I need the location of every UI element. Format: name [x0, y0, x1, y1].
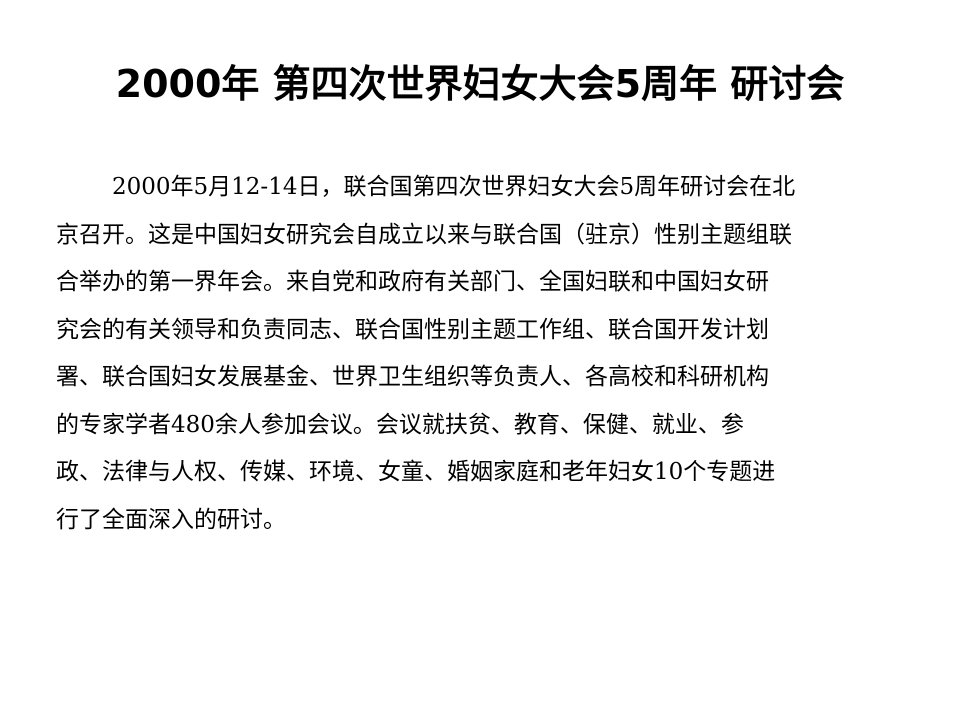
paragraph-line: 京召开。这是中国妇女研究会自成立以来与联合国（驻京）性别主题组联 — [56, 221, 792, 248]
paragraph-line: 究会的有关领导和负责同志、联合国性别主题工作组、联合国开发计划 — [56, 316, 769, 343]
body-paragraph: 2000年5月12-14日，联合国第四次世界妇女大会5周年研讨会在北 京召开。这… — [56, 164, 892, 544]
paragraph-line: 署、联合国妇女发展基金、世界卫生组织等负责人、各高校和科研机构 — [56, 364, 769, 390]
slide: 2000年 第四次世界妇女大会5周年 研讨会 2000年5月12-14日，联合国… — [0, 0, 960, 720]
slide-title: 2000年 第四次世界妇女大会5周年 研讨会 — [115, 62, 845, 106]
paragraph-line: 行了全面深入的研讨。 — [56, 506, 286, 533]
paragraph-line: 政、法律与人权、传媒、环境、女童、婚姻家庭和老年妇女10个专题进 — [56, 459, 776, 485]
paragraph-line: 合举办的第一界年会。来自党和政府有关部门、全国妇联和中国妇女研 — [56, 269, 769, 295]
paragraph-line: 2000年5月12-14日，联合国第四次世界妇女大会5周年研讨会在北 — [112, 174, 796, 200]
paragraph-line: 的专家学者480余人参加会议。会议就扶贫、教育、保健、就业、参 — [56, 411, 744, 438]
